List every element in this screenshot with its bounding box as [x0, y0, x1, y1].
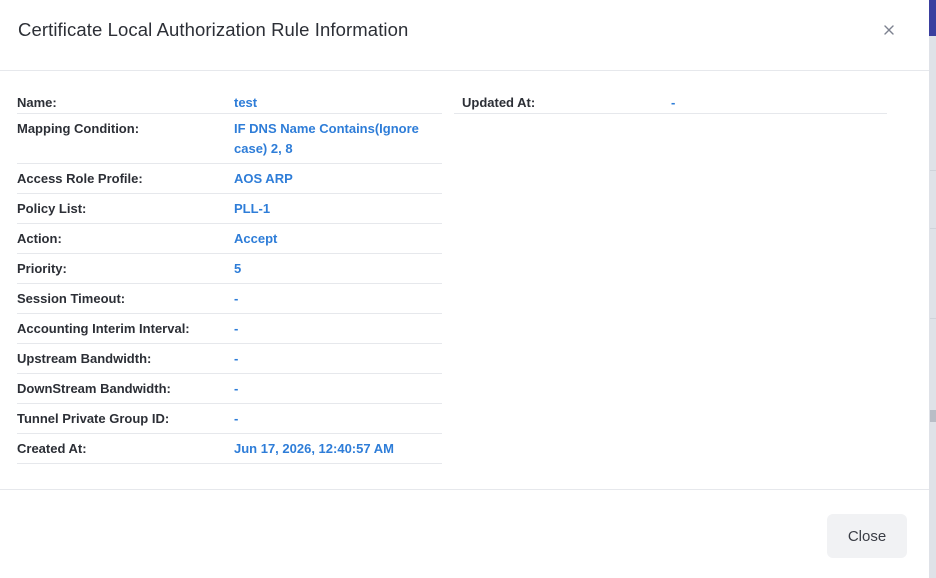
modal-title: Certificate Local Authorization Rule Inf…	[18, 19, 409, 40]
detail-label: Accounting Interim Interval:	[17, 321, 190, 336]
detail-value: AOS ARP	[234, 171, 293, 186]
detail-label: Tunnel Private Group ID:	[17, 411, 170, 426]
detail-row-mapping-condition: Mapping Condition: IF DNS Name Contains(…	[17, 114, 442, 164]
modal-footer: Close	[0, 489, 929, 578]
detail-label: Policy List:	[17, 201, 87, 216]
detail-label: Created At:	[17, 441, 87, 456]
detail-label: Upstream Bandwidth:	[17, 351, 152, 366]
detail-value: PLL-1	[234, 201, 271, 216]
detail-row-accounting-interim-interval: Accounting Interim Interval: -	[17, 314, 442, 344]
detail-label: Name:	[17, 95, 57, 110]
background-divider	[930, 318, 936, 319]
detail-row-policy-list: Policy List: PLL-1	[17, 194, 442, 224]
detail-label: Updated At:	[462, 95, 536, 110]
background-page-edge	[928, 0, 936, 578]
detail-row-priority: Priority: 5	[17, 254, 442, 284]
detail-value: 5	[234, 261, 242, 276]
background-divider	[930, 170, 936, 171]
background-divider	[930, 228, 936, 229]
detail-row-name: Name: test	[17, 88, 442, 114]
rule-info-modal: Certificate Local Authorization Rule Inf…	[0, 0, 929, 578]
detail-row-tunnel-private-group-id: Tunnel Private Group ID: -	[17, 404, 442, 434]
detail-value: -	[234, 291, 239, 306]
detail-label: DownStream Bandwidth:	[17, 381, 171, 396]
detail-label: Action:	[17, 231, 62, 246]
detail-row-downstream-bandwidth: DownStream Bandwidth: -	[17, 374, 442, 404]
detail-row-action: Action: Accept	[17, 224, 442, 254]
background-text-fragment	[930, 183, 936, 199]
detail-value: -	[671, 95, 676, 110]
detail-value: IF DNS Name Contains(Ignore case) 2, 8	[234, 121, 419, 156]
detail-row-upstream-bandwidth: Upstream Bandwidth: -	[17, 344, 442, 374]
detail-label: Priority:	[17, 261, 67, 276]
detail-value: Accept	[234, 231, 278, 246]
background-header-bar	[928, 0, 936, 36]
close-x-icon[interactable]	[880, 21, 898, 39]
detail-value: -	[234, 411, 239, 426]
details-left-column: Name: test Mapping Condition: IF DNS Nam…	[17, 88, 442, 464]
detail-value: -	[234, 351, 239, 366]
detail-value: Jun 17, 2026, 12:40:57 AM	[234, 441, 394, 456]
detail-value: -	[234, 381, 239, 396]
background-link-fragment	[930, 57, 936, 71]
detail-row-access-role-profile: Access Role Profile: AOS ARP	[17, 164, 442, 194]
detail-value: test	[234, 95, 258, 110]
details-right-column: Updated At: -	[454, 88, 887, 114]
modal-header: Certificate Local Authorization Rule Inf…	[0, 0, 929, 71]
detail-label: Session Timeout:	[17, 291, 126, 306]
close-button[interactable]: Close	[827, 514, 907, 558]
detail-row-updated-at: Updated At: -	[454, 88, 887, 114]
detail-row-created-at: Created At: Jun 17, 2026, 12:40:57 AM	[17, 434, 442, 464]
detail-value: -	[234, 321, 239, 336]
detail-label: Access Role Profile:	[17, 171, 143, 186]
detail-row-session-timeout: Session Timeout: -	[17, 284, 442, 314]
detail-label: Mapping Condition:	[17, 121, 140, 136]
background-scrollbar	[930, 410, 936, 422]
